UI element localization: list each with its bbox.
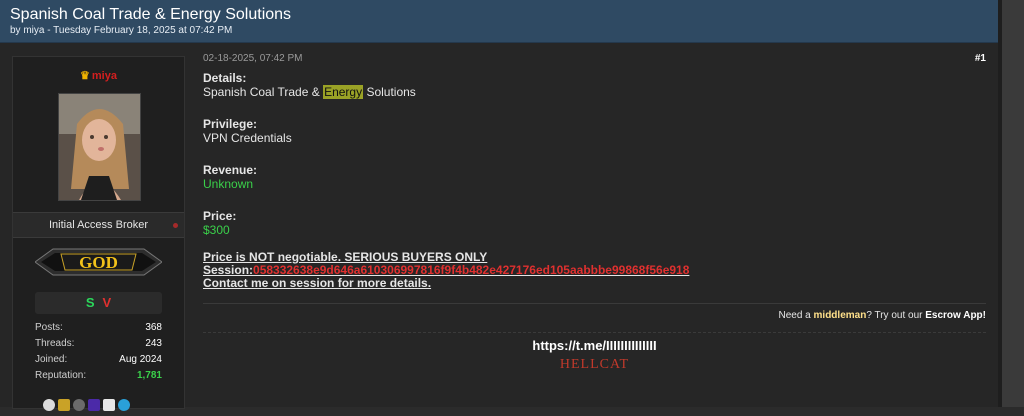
revenue-value: Unknown (203, 177, 254, 191)
session-label: Session: (203, 263, 254, 277)
price-field: Price: $300 (203, 209, 986, 237)
user-badges: SV (35, 292, 162, 314)
session-id: 058332638e9d646a610306997816f9f4b482e427… (253, 263, 690, 277)
stat-label: Posts: (35, 322, 63, 333)
rank-badge: GOD (34, 245, 163, 279)
potion-icon[interactable] (88, 399, 100, 411)
signature-separator (203, 332, 986, 333)
details-value: Spanish Coal Trade & Energy Solutions (203, 85, 986, 99)
author-role: Initial Access Broker (48, 219, 149, 231)
globe-icon[interactable] (118, 399, 130, 411)
details-label: Details: (203, 71, 247, 85)
stat-label: Joined: (35, 354, 68, 365)
author-sidebar: ♛ miya Initial Access Broker GOD S V Pos… (12, 56, 185, 411)
badge-v[interactable]: V (103, 295, 112, 310)
details-field: Details: Spanish Coal Trade & Energy Sol… (203, 71, 986, 99)
rank-badge-text: GOD (79, 253, 118, 272)
post-content: 02-18-2025, 07:42 PM #1 Details: Spanish… (203, 53, 986, 290)
revenue-label: Revenue: (203, 163, 258, 177)
stat-value[interactable]: 243 (145, 338, 162, 349)
price-label: Price: (203, 209, 237, 223)
middleman-prefix: Need a (778, 310, 814, 321)
middleman-link[interactable]: middleman (814, 310, 867, 321)
middleman-mid: ? Try out our (866, 310, 926, 321)
signature-name: HELLCAT (559, 357, 630, 372)
avatar-image (59, 94, 140, 200)
post-number-link[interactable]: #1 (975, 53, 986, 64)
price-value: $300 (203, 223, 230, 237)
stat-reputation: Reputation: 1,781 (35, 368, 162, 384)
privilege-label: Privilege: (203, 117, 258, 131)
stat-label: Threads: (35, 338, 75, 349)
stat-label: Reputation: (35, 370, 87, 381)
middleman-notice: Need a middleman? Try out our Escrow App… (203, 310, 987, 321)
badge-s[interactable]: S (86, 295, 95, 310)
thread-title: Spanish Coal Trade & Energy Solutions (10, 6, 292, 23)
post: ♛ miya Initial Access Broker GOD S V Pos… (0, 43, 998, 411)
stat-value[interactable]: 368 (145, 322, 162, 333)
revenue-field: Revenue: Unknown (203, 163, 986, 191)
post-meta: 02-18-2025, 07:42 PM #1 (203, 53, 986, 67)
online-status-dot (173, 223, 178, 228)
trophy-icon[interactable] (58, 399, 70, 411)
stat-value: Aug 2024 (119, 354, 162, 365)
stat-joined: Joined: Aug 2024 (35, 352, 162, 368)
thread-byline: by miya - Tuesday February 18, 2025 at 0… (10, 25, 233, 36)
role-bar: Initial Access Broker (13, 212, 184, 238)
post-date: 02-18-2025, 07:42 PM (203, 53, 303, 64)
author-stats: Posts: 368 Threads: 243 Joined: Aug 2024 Re… (35, 320, 162, 384)
avatar[interactable] (58, 93, 141, 201)
page-right-edge (998, 0, 1024, 407)
rank-badge-graphic: GOD (34, 248, 163, 276)
lightbulb-icon[interactable] (43, 399, 55, 411)
stat-posts: Posts: 368 (35, 320, 162, 336)
stat-value[interactable]: 1,781 (137, 370, 162, 381)
author-username[interactable]: ♛ miya (13, 69, 184, 82)
escrow-app-link[interactable]: Escrow App! (925, 310, 986, 321)
details-text-after: Solutions (363, 85, 416, 99)
privilege-field: Privilege: VPN Credentials (203, 117, 986, 145)
search-highlight: Energy (323, 85, 364, 99)
hat-icon[interactable] (73, 399, 85, 411)
details-text-before: Spanish Coal Trade & (203, 85, 324, 99)
username-text: miya (91, 70, 117, 82)
privilege-value: VPN Credentials (203, 131, 292, 145)
signature-link[interactable]: https://t.me/IIIIIIIIIIIIII (203, 338, 986, 353)
crown-icon: ♛ (80, 70, 90, 82)
signature-divider (203, 303, 986, 304)
award-icons (43, 398, 133, 411)
thread-header: Spanish Coal Trade & Energy Solutions by… (0, 0, 998, 43)
contact-note: Contact me on session for more details. (203, 276, 432, 290)
stat-threads: Threads: 243 (35, 336, 162, 352)
flag-icon[interactable] (103, 399, 115, 411)
